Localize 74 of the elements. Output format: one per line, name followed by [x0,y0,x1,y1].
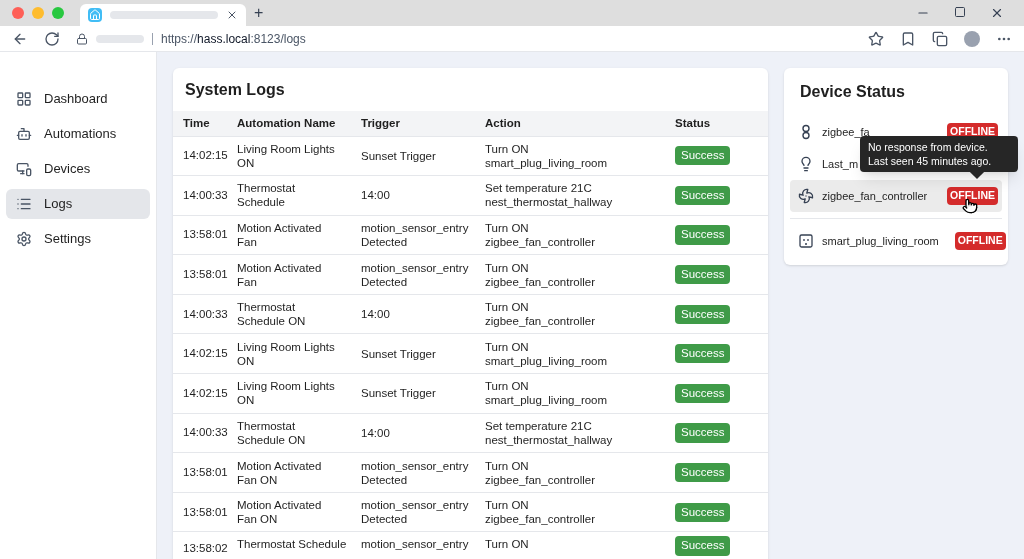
sidebar-label: Automations [44,125,117,144]
table-cell: Turn ON zigbee_fan_controller [485,222,595,248]
status-badge: Success [675,304,731,324]
column-header: Action [475,111,665,136]
table-cell: motion_sensor_entry Detected [361,459,469,486]
status-badge: Success [675,536,731,556]
sidebar-label: Logs [44,195,73,214]
table-cell: 13:58:01 [183,267,228,280]
status-badge: Success [675,185,731,205]
table-cell: Sunset Trigger [361,347,436,360]
table-cell: Sunset Trigger [361,387,436,400]
column-header: Automation Name [227,111,351,136]
table-cell: Turn ON smart_plug_living_room [485,380,608,407]
table-cell: Set temperature 21C nest_thermostat_hallway [485,419,613,446]
table-cell: Living Room Lights ON [237,142,335,169]
table-cell: Turn ON zigbee_fan_controller [485,459,595,486]
table-cell: Set temperature 21C nest_thermostat_hallway [485,182,613,209]
table-cell: 14:00:33 [183,188,228,201]
table-cell: 13:58:01 [183,465,228,478]
table-cell: Turn ON smart_plug_living_room [485,340,608,367]
status-badge: Success [675,383,731,403]
status-badge: Success [675,502,731,522]
table-cell: 14:00:33 [183,426,228,439]
status-badge: Success [675,423,731,443]
tooltip: No response from device. Last seen 45 minutes ago. [860,136,1018,172]
table-cell: 14:02:15 [183,386,228,399]
sidebar-label: Dashboard [44,90,108,109]
table-cell: Motion Activated Fan [237,222,322,248]
sidebar-label: Settings [44,230,91,249]
card-title: System Logs [184,80,286,100]
table-cell: motion_sensor_entry Detected [361,261,469,288]
table-cell: Living Room Lights ON [237,340,335,367]
table-cell: 13:58:01 [183,228,228,241]
table-cell: motion_sensor_entry [361,538,469,551]
table-cell: Thermostat Schedule ON [237,301,306,328]
offline-badge: OFFLINE [954,232,1006,250]
table-cell: Turn ON zigbee_fan_controller [485,301,595,328]
status-badge: Success [675,264,731,285]
table-cell: Turn ON zigbee_fan_controller [485,261,595,288]
status-badge: Success [675,146,731,166]
device-name: zigbee_fan_controller [822,188,928,204]
table-cell: 14:02:15 [183,149,228,162]
table-cell: 13:58:02 [183,542,228,555]
table-cell: Thermostat Schedule ON [237,419,306,446]
device-name: Last_m [822,156,859,172]
table-cell: Turn ON [485,538,529,551]
table-cell: 14:02:15 [183,347,228,360]
table-cell: motion_sensor_entry Detected [361,222,469,248]
column-header: Time [173,111,227,136]
url-text: https://hass.local:8123/logs [161,30,306,48]
table-cell: 14:00 [361,189,390,202]
sidebar-label: Devices [44,160,91,179]
table-cell: Motion Activated Fan [237,261,322,288]
status-badge: Success [675,462,731,483]
card-title: Device Status [799,82,906,102]
table-cell: 13:58:01 [183,505,228,518]
table-cell: motion_sensor_entry Detected [361,499,469,526]
status-badge: Success [675,225,731,245]
table-cell: 14:00 [361,308,390,321]
table-cell: Sunset Trigger [361,149,436,162]
status-badge: Success [675,344,731,364]
table-cell: 14:00 [361,426,390,439]
table-cell: Thermostat Schedule [237,538,347,551]
table-cell: Living Room Lights ON [237,380,335,407]
column-header: Trigger [351,111,475,136]
table-cell: Turn ON zigbee_fan_controller [485,499,595,526]
device-name: smart_plug_living_room [822,233,939,249]
table-cell: Motion Activated Fan ON [237,499,322,526]
column-header: Status [665,111,768,136]
offline-badge: OFFLINE [947,187,998,205]
table-cell: Turn ON smart_plug_living_room [485,142,608,169]
table-cell: Thermostat Schedule [237,182,296,209]
table-cell: Motion Activated Fan ON [237,459,322,486]
table-cell: 14:00:33 [183,307,228,320]
